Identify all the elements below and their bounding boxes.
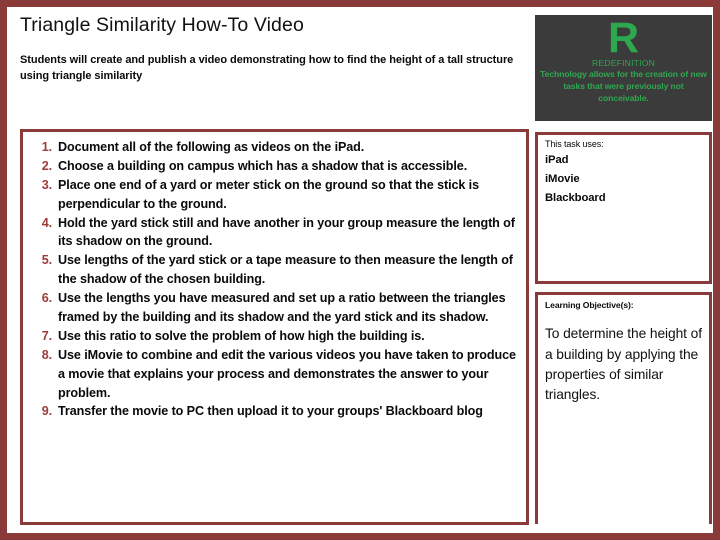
slide-subtitle: Students will create and publish a video… xyxy=(20,54,514,83)
samr-redefinition-panel: R REDEFINITION Technology allows for the… xyxy=(535,15,712,121)
step-text: Hold the yard stick still and have anoth… xyxy=(58,215,515,249)
step-number: 5. xyxy=(41,253,52,268)
samr-level-label: REDEFINITION xyxy=(591,58,656,69)
list-item: 6. Use the lengths you have measured and … xyxy=(31,289,518,327)
list-item: 1. Document all of the following as video… xyxy=(31,138,518,157)
list-item: 9. Transfer the movie to PC then upload i… xyxy=(31,402,518,421)
step-number: 8. xyxy=(41,347,52,362)
steps-box: 1. Document all of the following as video… xyxy=(20,129,529,525)
step-text: Use the lengths you have measured and se… xyxy=(58,291,506,325)
tool-item: iPad xyxy=(545,153,569,166)
samr-description: Technology allows for the creation of ne… xyxy=(540,69,707,103)
step-number: 2. xyxy=(41,158,52,173)
step-text: Use lengths of the yard stick or a tape … xyxy=(58,253,513,287)
step-text: Transfer the movie to PC then upload it … xyxy=(58,404,483,419)
slide-header: Triangle Similarity How-To Video Student… xyxy=(20,14,532,85)
tool-item: Blackboard xyxy=(545,191,606,204)
tools-box: This task uses: iPad iMovie Blackboard xyxy=(535,132,712,284)
step-text: Use this ratio to solve the problem of h… xyxy=(58,328,425,343)
list-item: 5. Use lengths of the yard stick or a tap… xyxy=(31,251,518,289)
learning-objective-heading: Learning Objective(s): xyxy=(545,300,634,310)
list-item: 2. Choose a building on campus which has … xyxy=(31,157,518,176)
step-number: 4. xyxy=(41,215,52,230)
steps-list: 1. Document all of the following as video… xyxy=(23,132,526,421)
list-item: 7. Use this ratio to solve the problem of… xyxy=(31,327,518,346)
learning-objective-box: Learning Objective(s): To determine the … xyxy=(535,292,712,524)
step-number: 7. xyxy=(41,328,52,343)
list-item: 8. Use iMovie to combine and edit the var… xyxy=(31,346,518,403)
samr-letter-r: R xyxy=(607,15,640,62)
tools-heading: This task uses: xyxy=(545,139,604,149)
step-number: 6. xyxy=(41,291,52,306)
step-text: Document all of the following as videos … xyxy=(58,140,365,154)
step-text: Use iMovie to combine and edit the vario… xyxy=(58,347,516,400)
tools-item-list: iPad iMovie Blackboard xyxy=(545,151,702,208)
step-number: 9. xyxy=(41,404,52,419)
step-text: Place one end of a yard or meter stick o… xyxy=(58,177,479,211)
page-title: Triangle Similarity How-To Video xyxy=(20,14,304,36)
step-number: 1. xyxy=(41,140,52,154)
right-column: R REDEFINITION Technology allows for the… xyxy=(535,15,712,524)
step-number: 3. xyxy=(41,177,52,192)
tool-item: iMovie xyxy=(545,172,580,185)
step-text: Choose a building on campus which has a … xyxy=(58,158,468,173)
list-item: 4. Hold the yard stick still and have ano… xyxy=(31,214,518,252)
learning-objective-text: To determine the height of a building by… xyxy=(545,326,702,403)
list-item: 3. Place one end of a yard or meter stick… xyxy=(31,176,518,214)
slide-frame: Triangle Similarity How-To Video Student… xyxy=(0,0,720,540)
